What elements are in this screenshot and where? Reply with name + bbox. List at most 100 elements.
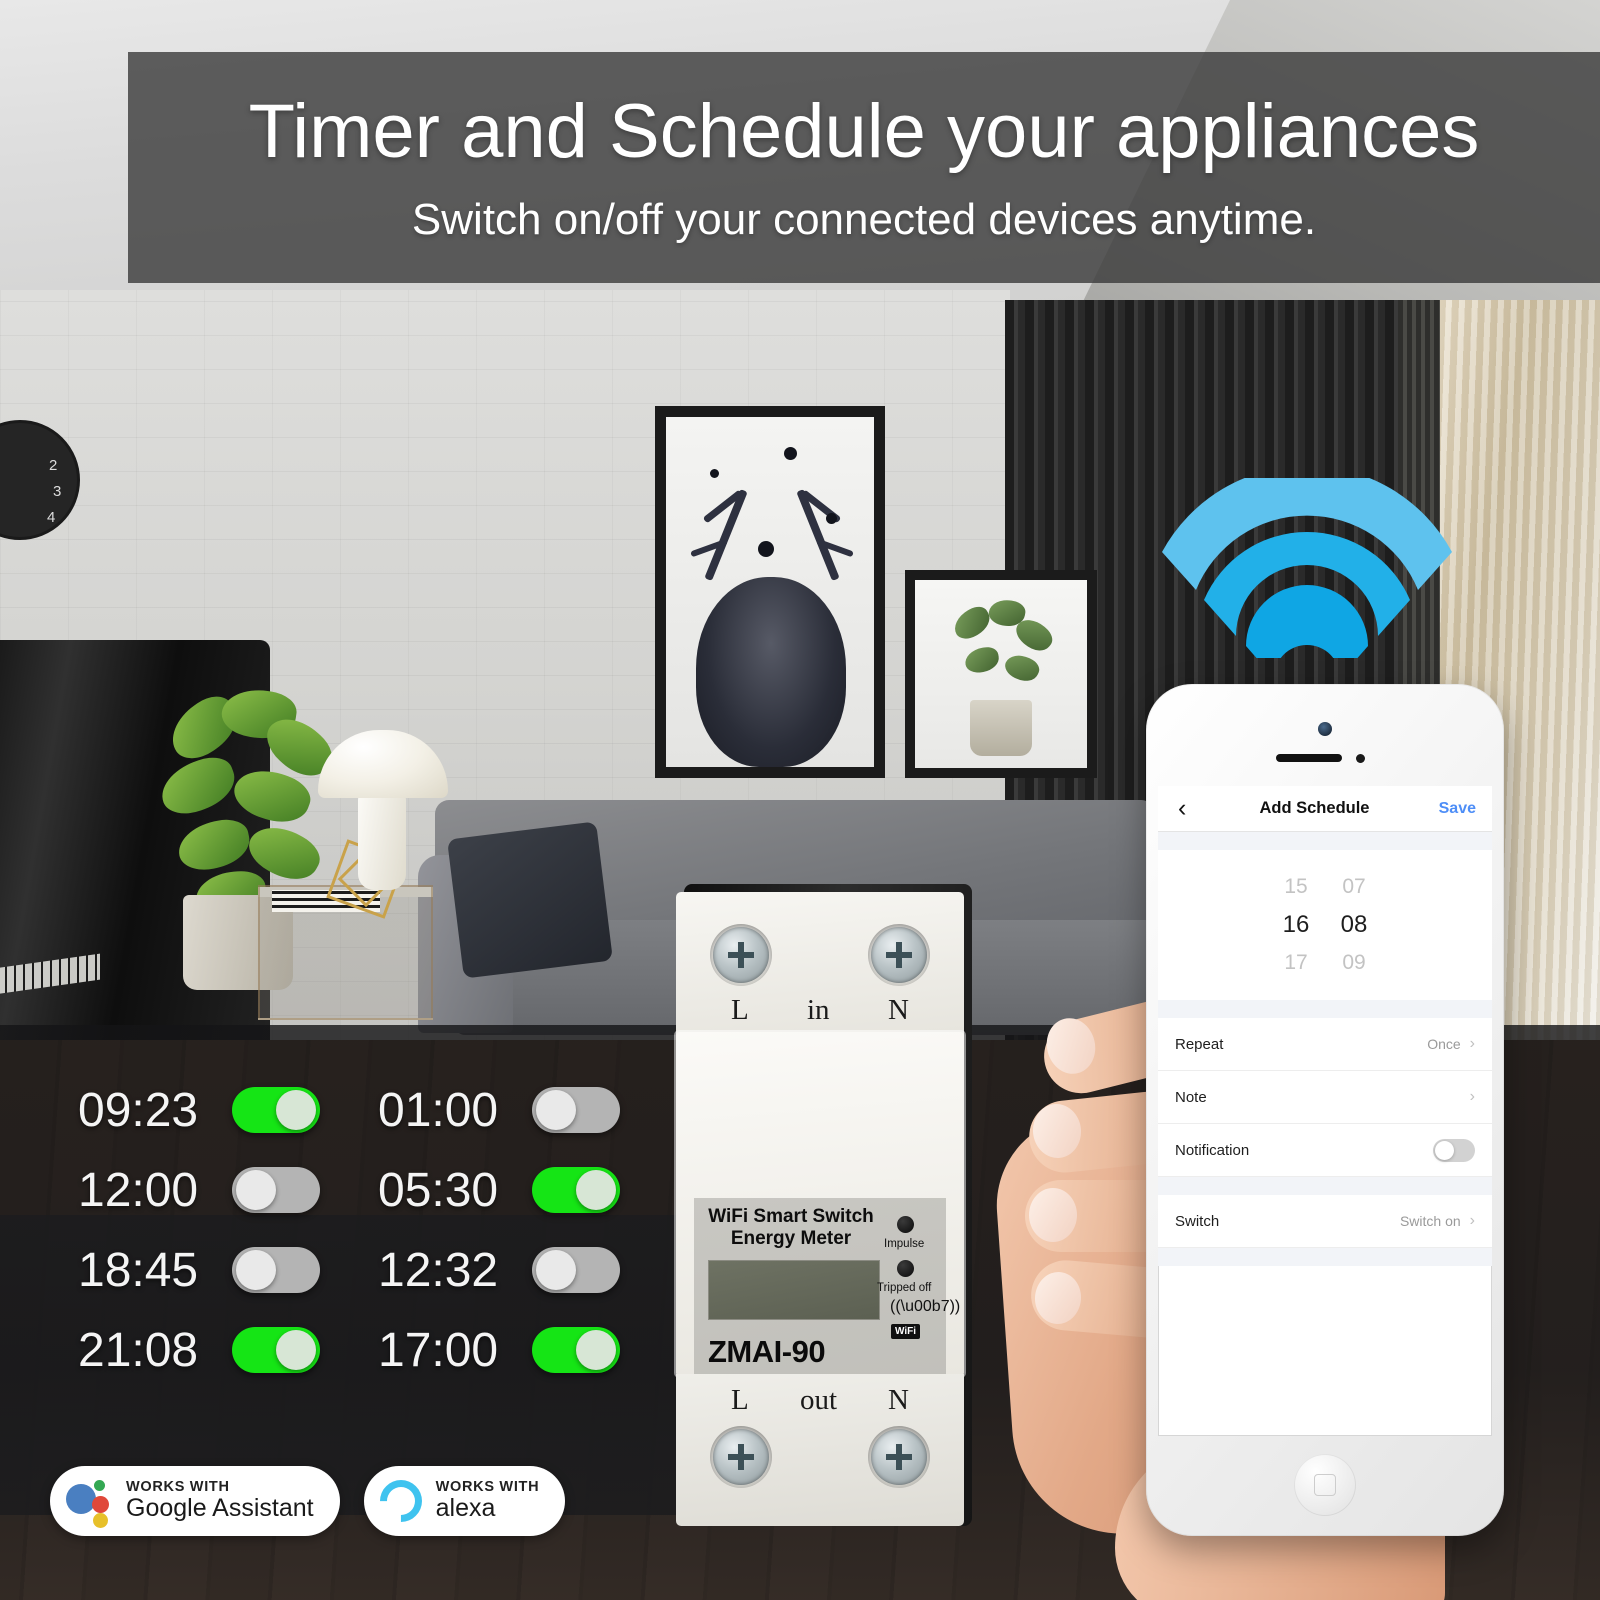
terminal-screw-n-out — [871, 1429, 927, 1485]
picker-row-selected[interactable]: 16 08 — [1158, 911, 1492, 939]
google-assistant-badge-text: WORKS WITH Google Assistant — [126, 1479, 314, 1523]
front-camera-icon — [1318, 722, 1332, 736]
chevron-right-icon: › — [1469, 1212, 1475, 1229]
schedule-item[interactable]: 17:00 — [378, 1310, 678, 1390]
picker-minute-above: 07 — [1342, 875, 1366, 898]
fingernail — [1029, 1188, 1077, 1242]
toggle-knob — [536, 1250, 576, 1290]
schedule-item[interactable]: 12:00 — [78, 1150, 378, 1230]
phone-screen: ‹ Add Schedule Save 15 07 16 08 17 09 Re… — [1158, 786, 1492, 1436]
badge-brand-label: alexa — [435, 1494, 496, 1523]
schedule-item[interactable]: 21:08 — [78, 1310, 378, 1390]
home-button[interactable] — [1294, 1454, 1356, 1516]
google-assistant-icon — [66, 1478, 112, 1528]
tripped-led-icon — [897, 1260, 914, 1277]
schedule-toggle[interactable] — [532, 1327, 620, 1373]
art-dot-3 — [758, 541, 774, 557]
table-lamp-base — [358, 790, 406, 890]
schedule-toggle[interactable] — [232, 1167, 320, 1213]
schedule-toggle[interactable] — [532, 1247, 620, 1293]
terminal-label-l-in: L — [731, 994, 749, 1026]
schedule-time: 12:32 — [378, 1243, 499, 1297]
device-front-panel: WiFi Smart Switch Energy Meter ZMAI-90 9… — [676, 1032, 964, 1508]
antenna-icon: ((\u00b7)) — [890, 1298, 961, 1315]
row-repeat-value: Once — [1427, 1036, 1461, 1052]
alexa-badge-text: WORKS WITH alexa — [435, 1479, 540, 1523]
row-switch-label: Switch — [1175, 1212, 1220, 1230]
alexa-icon — [370, 1471, 431, 1531]
time-picker[interactable]: 15 07 16 08 17 09 — [1158, 850, 1492, 1000]
row-notification[interactable]: Notification — [1158, 1124, 1492, 1177]
section-gap — [1158, 832, 1492, 850]
terminal-screw-n-in — [871, 927, 927, 983]
row-repeat[interactable]: Repeat Once › — [1158, 1018, 1492, 1071]
badge-brand-label: Google Assistant — [126, 1494, 314, 1523]
art-dot-4 — [826, 513, 837, 524]
banner-title: Timer and Schedule your appliances — [248, 88, 1480, 174]
schedule-time: 18:45 — [78, 1243, 199, 1297]
schedule-toggle[interactable] — [232, 1087, 320, 1133]
schedule-time: 12:00 — [78, 1163, 199, 1217]
section-gap — [1158, 1000, 1492, 1018]
device-title: WiFi Smart Switch Energy Meter — [702, 1206, 880, 1251]
badge-works-with-label: WORKS WITH — [126, 1479, 230, 1496]
toggle-knob — [536, 1090, 576, 1130]
terminal-label-n-out: N — [888, 1384, 909, 1416]
save-button[interactable]: Save — [1439, 800, 1476, 818]
toggle-knob — [276, 1090, 316, 1130]
header-banner: Timer and Schedule your appliances Switc… — [128, 52, 1600, 283]
schedule-toggle[interactable] — [532, 1167, 620, 1213]
schedule-toggle[interactable] — [232, 1247, 320, 1293]
row-note-label: Note — [1175, 1088, 1207, 1106]
row-note[interactable]: Note › — [1158, 1071, 1492, 1124]
app-nav-bar: ‹ Add Schedule Save — [1158, 786, 1492, 832]
picker-row-above[interactable]: 15 07 — [1158, 875, 1492, 899]
lcd-display — [708, 1260, 880, 1320]
picker-row-below[interactable]: 17 09 — [1158, 951, 1492, 975]
badge-works-with-label: WORKS WITH — [435, 1479, 540, 1496]
terminal-screw-l-out — [713, 1429, 769, 1485]
assistant-compatibility-badges: WORKS WITH Google Assistant WORKS WITH a… — [50, 1466, 566, 1536]
google-assistant-badge[interactable]: WORKS WITH Google Assistant — [50, 1466, 340, 1536]
terminal-label-in: in — [807, 994, 830, 1026]
toggle-knob — [276, 1330, 316, 1370]
row-notification-right — [1433, 1138, 1475, 1162]
schedule-item[interactable]: 12:32 — [378, 1230, 678, 1310]
plant-leaf — [154, 750, 242, 822]
row-repeat-label: Repeat — [1175, 1035, 1224, 1053]
impulse-led-icon — [897, 1216, 914, 1233]
din-rail-smart-switch-device: L in N WiFi Smart Switch Energy Meter ZM… — [676, 884, 972, 1526]
terminal-label-l-out: L — [731, 1384, 749, 1416]
deer-head — [696, 577, 846, 767]
schedule-time: 21:08 — [78, 1323, 199, 1377]
schedule-item[interactable]: 01:00 — [378, 1070, 678, 1150]
toggle-knob — [576, 1170, 616, 1210]
row-switch-right: Switch on › — [1400, 1212, 1475, 1230]
toggle-knob — [236, 1170, 276, 1210]
device-top-housing: L in N — [676, 892, 964, 1040]
picker-minute-selected: 08 — [1340, 911, 1368, 938]
schedule-toggle[interactable] — [232, 1327, 320, 1373]
schedule-time-list: 09:23 01:00 12:00 05:30 18:45 12:32 21:0… — [78, 1070, 658, 1390]
chevron-right-icon: › — [1469, 1035, 1475, 1052]
notification-toggle[interactable] — [1433, 1138, 1475, 1162]
alexa-badge[interactable]: WORKS WITH alexa — [363, 1466, 566, 1536]
schedule-item[interactable]: 09:23 — [78, 1070, 378, 1150]
picker-hour-selected: 16 — [1282, 911, 1310, 938]
schedule-item[interactable]: 18:45 — [78, 1230, 378, 1310]
device-bottom-housing: L out N — [676, 1374, 964, 1526]
row-switch[interactable]: Switch Switch on › — [1158, 1195, 1492, 1248]
back-icon[interactable]: ‹ — [1174, 796, 1190, 821]
artwork-leaf — [963, 645, 1001, 675]
wifi-signal-icon — [1152, 465, 1462, 678]
artwork-leaf — [949, 602, 995, 644]
picker-hour-below: 17 — [1284, 951, 1308, 974]
toggle-knob — [236, 1250, 276, 1290]
schedule-item[interactable]: 05:30 — [378, 1150, 678, 1230]
art-dot-1 — [710, 469, 719, 478]
schedule-toggle[interactable] — [532, 1087, 620, 1133]
art-dot-2 — [784, 447, 797, 460]
proximity-sensor-icon — [1356, 754, 1365, 763]
picker-minute-below: 09 — [1342, 951, 1366, 974]
toggle-knob — [1435, 1140, 1454, 1160]
